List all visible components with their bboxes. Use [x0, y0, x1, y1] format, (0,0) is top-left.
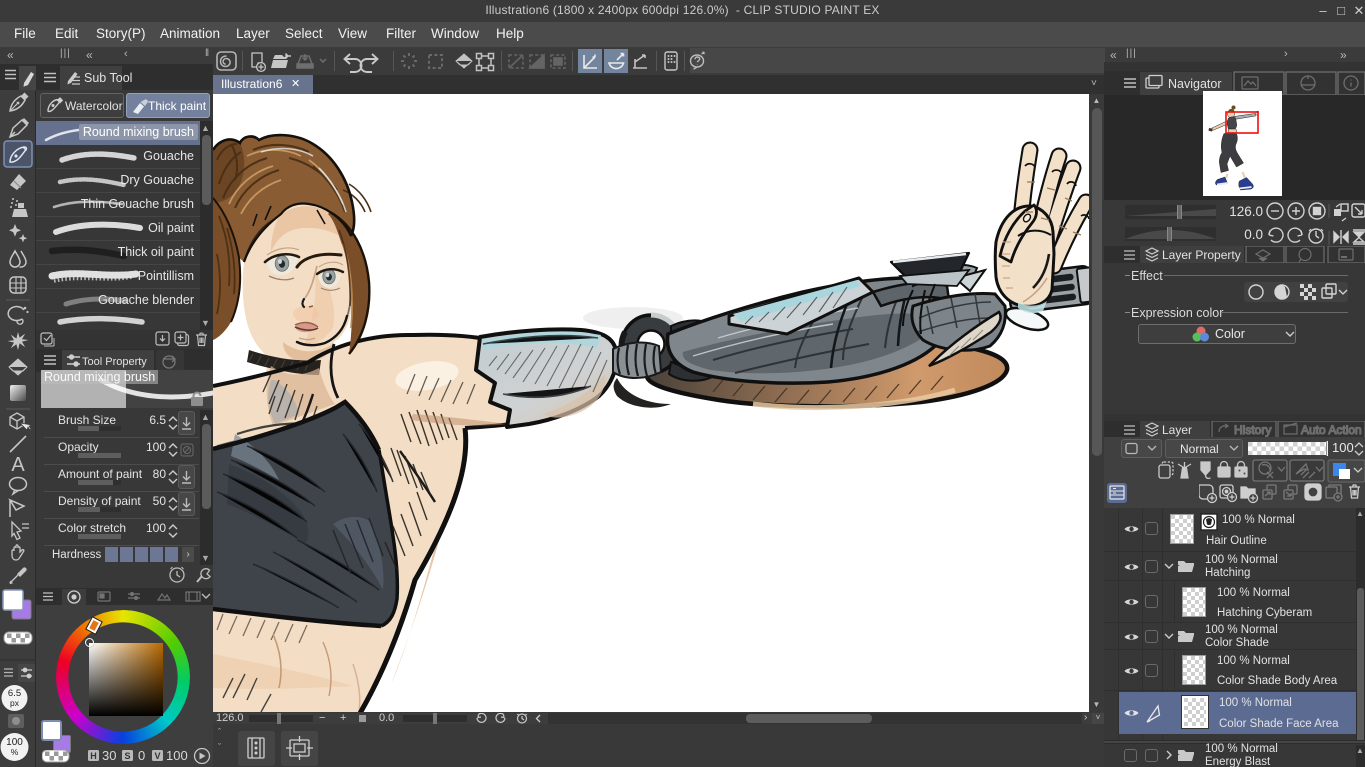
- svg-text:%: %: [11, 747, 19, 757]
- svg-text:V: V: [154, 751, 160, 761]
- svg-text:Navigator: Navigator: [1168, 77, 1222, 91]
- svg-text:History: History: [1234, 423, 1271, 437]
- svg-text:px: px: [10, 698, 20, 708]
- svg-text:Layer Property: Layer Property: [1162, 248, 1241, 262]
- svg-text:Tool Property: Tool Property: [82, 356, 147, 368]
- svg-text:H: H: [90, 751, 97, 761]
- svg-text:S: S: [124, 751, 130, 761]
- svg-text:Sub Tool: Sub Tool: [84, 71, 132, 85]
- svg-text:A: A: [11, 454, 25, 476]
- svg-text:Layer: Layer: [1162, 423, 1192, 437]
- svg-text:Auto Action: Auto Action: [1301, 423, 1362, 437]
